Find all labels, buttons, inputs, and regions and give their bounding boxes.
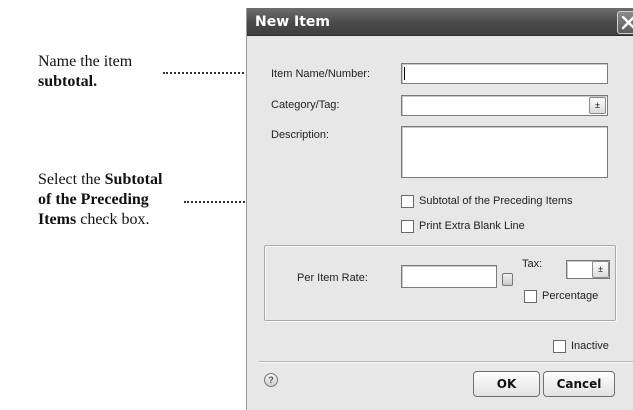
callout-name-item: Name the item subtotal. [38,53,133,90]
tax-dropdown-arrow-icon[interactable]: ± [592,261,609,278]
category-label: Category/Tag: [271,99,340,111]
close-button[interactable] [617,11,633,34]
cancel-button[interactable]: Cancel [543,371,615,397]
item-name-input[interactable] [401,63,608,84]
new-item-dialog: New Item Item Name/Number: Category/Tag:… [246,8,633,410]
category-select[interactable]: ± [401,95,608,116]
subtotal-checkbox[interactable] [401,195,414,208]
percentage-checkbox[interactable] [524,290,537,303]
help-icon[interactable]: ? [264,373,278,387]
subtotal-checkbox-label[interactable]: Subtotal of the Preceding Items [419,195,572,207]
tax-label: Tax: [522,258,543,270]
ok-button[interactable]: OK [473,371,540,397]
blank-line-checkbox[interactable] [401,220,414,233]
dialog-title: New Item [255,14,331,30]
inactive-checkbox[interactable] [553,340,566,353]
blank-line-checkbox-label[interactable]: Print Extra Blank Line [419,220,525,232]
description-label: Description: [271,129,330,141]
inactive-checkbox-label[interactable]: Inactive [571,340,609,352]
dropdown-arrow-icon[interactable]: ± [589,97,606,114]
item-name-label: Item Name/Number: [271,68,371,80]
close-x-icon [621,15,633,30]
tax-select[interactable]: ± [566,260,610,279]
description-textarea[interactable] [401,126,608,178]
callout-subtotal-checkbox: Select the Subtotal of the Preceding Ite… [38,171,163,228]
calculator-icon[interactable] [502,273,513,286]
text-caret [404,67,405,80]
footer-divider [259,361,633,363]
percentage-checkbox-label[interactable]: Percentage [542,290,598,302]
dialog-titlebar[interactable]: New Item [247,8,633,36]
per-item-rate-label: Per Item Rate: [297,272,368,284]
per-item-rate-input[interactable] [401,265,497,288]
